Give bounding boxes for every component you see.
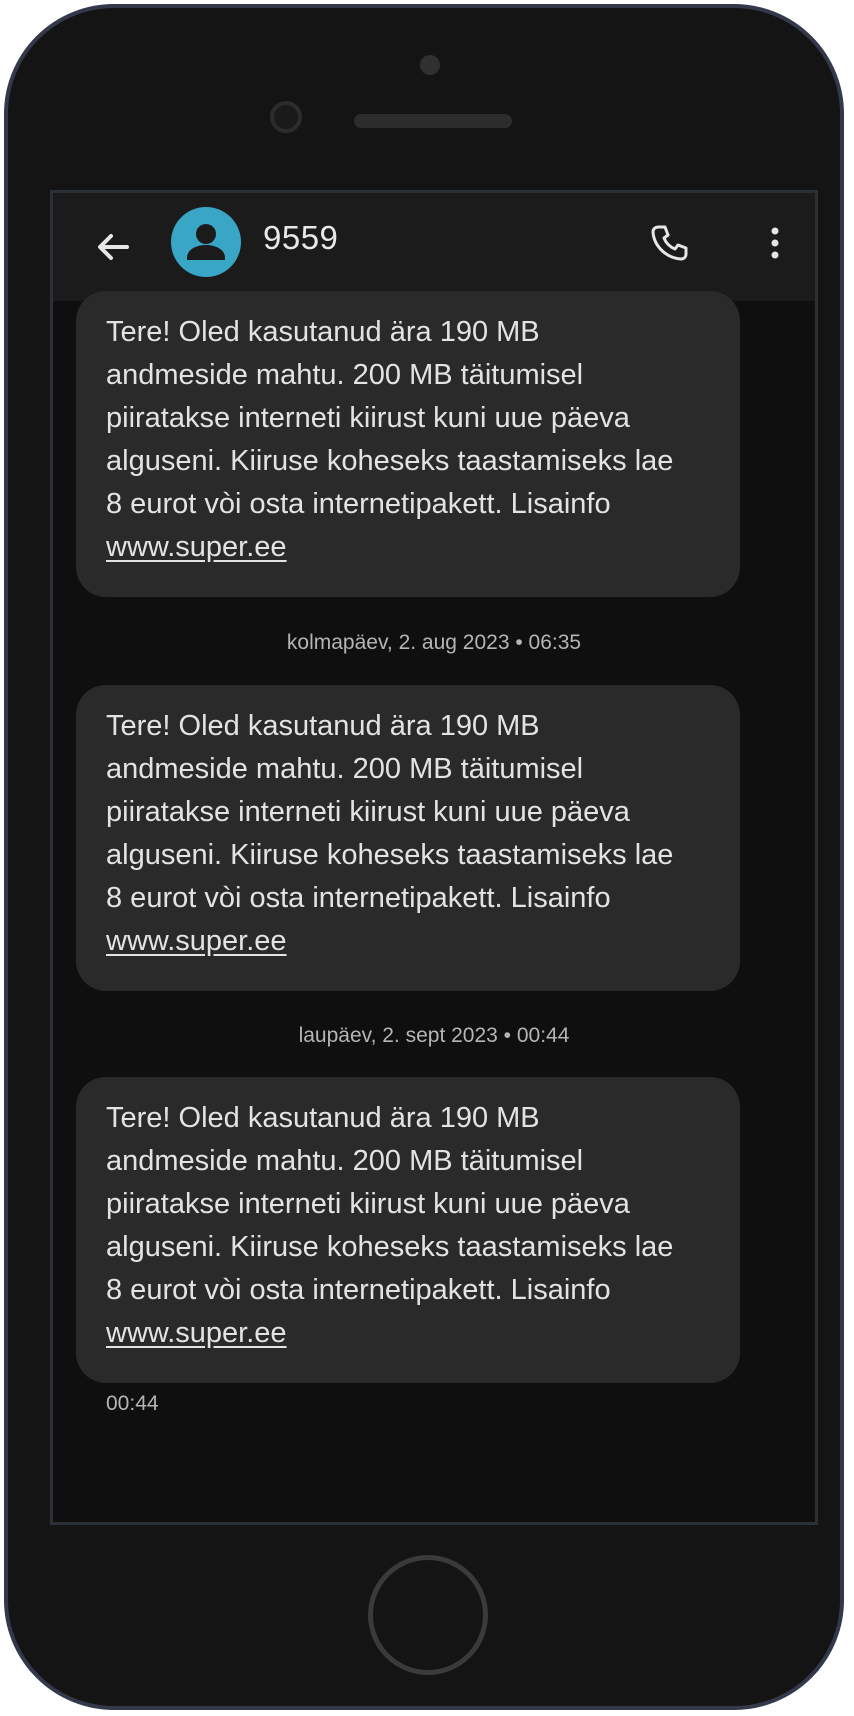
front-camera — [270, 101, 302, 133]
message-bubble[interactable]: Tere! Oled kasutanud ära 190 MB andmesid… — [76, 1077, 740, 1383]
phone-frame: 9559 Tere! Oled kasutanud ära 190 MB and… — [4, 4, 844, 1710]
date-divider: kolmapäev, 2. aug 2023 • 06:35 — [286, 631, 582, 654]
message-line: 8 eurot vòi osta internetipakett. Lisain… — [106, 882, 611, 914]
message-line: piiratakse interneti kiirust kuni uue pä… — [106, 796, 630, 828]
more-vert-icon[interactable] — [751, 219, 799, 267]
message-link[interactable]: www.super.ee — [106, 1317, 287, 1349]
phone-icon[interactable] — [645, 219, 693, 267]
message-line: alguseni. Kiiruse koheseks taastamiseks … — [106, 445, 674, 477]
message-line: alguseni. Kiiruse koheseks taastamiseks … — [106, 1231, 674, 1263]
message-line: 8 eurot vòi osta internetipakett. Lisain… — [106, 488, 611, 520]
message-link[interactable]: www.super.ee — [106, 925, 287, 957]
message-line: andmeside mahtu. 200 MB täitumisel — [106, 753, 584, 785]
home-button[interactable] — [368, 1555, 488, 1675]
earpiece-speaker — [354, 114, 512, 128]
message-time: 00:44 — [106, 1392, 159, 1415]
contact-name: 9559 — [263, 219, 339, 256]
person-icon — [187, 224, 225, 260]
message-line: andmeside mahtu. 200 MB täitumisel — [106, 1145, 584, 1177]
message-line: andmeside mahtu. 200 MB täitumisel — [106, 359, 584, 391]
message-link[interactable]: www.super.ee — [106, 531, 287, 563]
message-line: Tere! Oled kasutanud ära 190 MB — [106, 710, 540, 742]
message-line: Tere! Oled kasutanud ära 190 MB — [106, 316, 540, 348]
date-divider: laupäev, 2. sept 2023 • 00:44 — [298, 1024, 570, 1047]
message-bubble[interactable]: Tere! Oled kasutanud ära 190 MB andmesid… — [76, 291, 740, 597]
message-line: piiratakse interneti kiirust kuni uue pä… — [106, 402, 630, 434]
message-bubble[interactable]: Tere! Oled kasutanud ära 190 MB andmesid… — [76, 685, 740, 991]
message-line: alguseni. Kiiruse koheseks taastamiseks … — [106, 839, 674, 871]
messages-screen: 9559 Tere! Oled kasutanud ära 190 MB and… — [50, 190, 818, 1525]
arrow-back-icon[interactable] — [89, 223, 137, 271]
contact-avatar[interactable] — [171, 207, 241, 277]
message-line: piiratakse interneti kiirust kuni uue pä… — [106, 1188, 630, 1220]
message-list[interactable]: Tere! Oled kasutanud ära 190 MB andmesid… — [53, 291, 815, 1522]
message-line: 8 eurot vòi osta internetipakett. Lisain… — [106, 1274, 611, 1306]
conversation-header: 9559 — [53, 193, 815, 301]
message-line: Tere! Oled kasutanud ära 190 MB — [106, 1102, 540, 1134]
proximity-sensor — [420, 55, 440, 75]
